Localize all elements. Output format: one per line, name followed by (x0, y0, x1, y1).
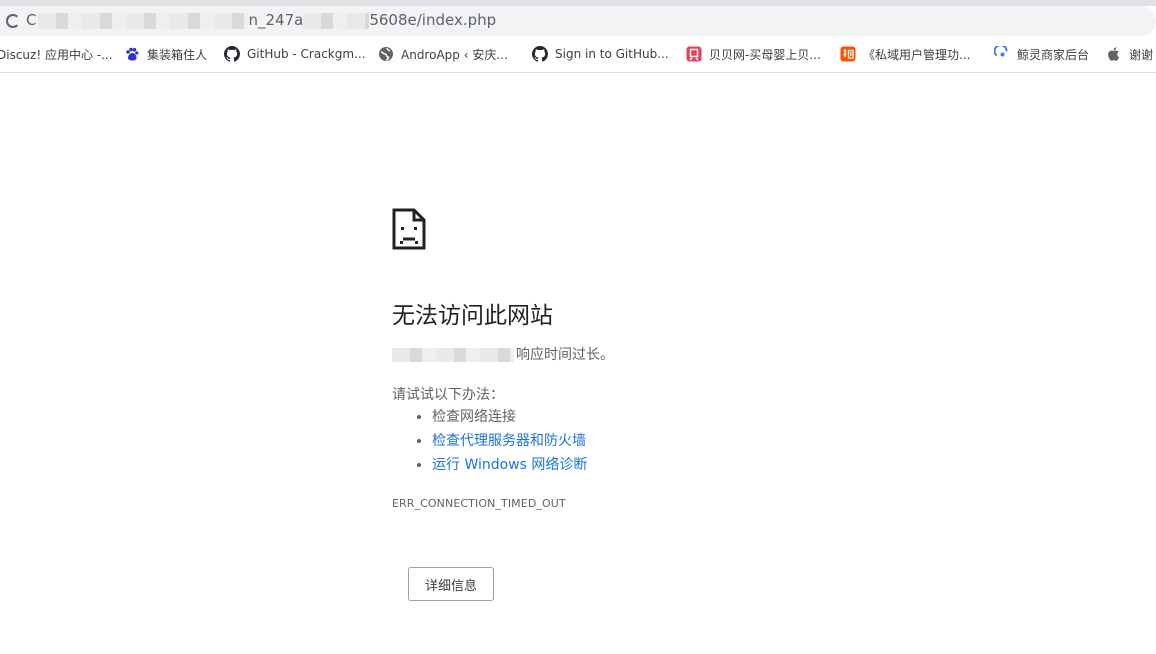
sad-page-icon (392, 208, 426, 250)
suggestion-check-proxy-link[interactable]: 检查代理服务器和防火墙 (432, 430, 587, 454)
bookmarks-bar: Discuz! 应用中心 -... 集装箱住人 GitHub - Crackgm… (0, 42, 1156, 66)
globe-icon (378, 46, 394, 62)
url-text[interactable]: Cn_247a 5608e/index.php (26, 11, 496, 29)
suggestions-list: 检查网络连接 检查代理服务器和防火墙 运行 Windows 网络诊断 (392, 406, 587, 478)
github-icon (532, 46, 548, 62)
bookmark-label: AndroApp ‹ 安庆... (401, 47, 508, 62)
apple-icon (1106, 46, 1122, 62)
bookmark-github-signin[interactable]: Sign in to GitHub... (532, 44, 669, 64)
bookmark-private-domain[interactable]: 《私域用户管理功... (840, 44, 970, 64)
suggestion-run-diagnostics-link[interactable]: 运行 Windows 网络诊断 (432, 454, 587, 478)
try-heading: 请试试以下办法： (392, 387, 504, 403)
error-code: ERR_CONNECTION_TIMED_OUT (392, 497, 566, 510)
beibei-icon (686, 46, 702, 62)
jingling-icon (994, 46, 1010, 62)
github-icon (224, 46, 240, 62)
bookmark-label: GitHub - Crackgm... (247, 47, 366, 61)
bookmark-label: Discuz! 应用中心 -... (0, 47, 113, 62)
redacted-hostname (392, 348, 514, 362)
description-text: 响应时间过长。 (516, 347, 614, 363)
bookmark-github-crackgm[interactable]: GitHub - Crackgm... (224, 44, 366, 64)
baidu-paw-icon (124, 46, 140, 62)
error-title: 无法访问此网站 (392, 303, 553, 329)
address-bar[interactable]: Cn_247a 5608e/index.php (0, 6, 1156, 36)
bookmark-xiexie[interactable]: 谢谢 (1106, 44, 1153, 64)
reload-icon[interactable] (6, 14, 20, 28)
bookmark-jingling[interactable]: 鲸灵商家后台 (994, 44, 1089, 64)
error-description: 响应时间过长。 (392, 344, 614, 364)
bookmark-beibei[interactable]: 贝贝网-买母婴上贝... (686, 44, 821, 64)
bookmark-label: 谢谢 (1129, 47, 1154, 62)
bookmark-androapp[interactable]: AndroApp ‹ 安庆... (378, 44, 508, 64)
details-button[interactable]: 详细信息 (408, 567, 494, 601)
bookmark-label: 《私域用户管理功... (863, 47, 971, 62)
bookmark-label: Sign in to GitHub... (555, 47, 669, 61)
bookmark-discuz[interactable]: Discuz! 应用中心 -... (0, 44, 113, 64)
bookmark-label: 贝贝网-买母婴上贝... (709, 47, 821, 62)
bookmark-container-housing[interactable]: 集装箱住人 (124, 44, 207, 64)
bookmark-label: 鲸灵商家后台 (1017, 47, 1090, 62)
bookmark-label: 集装箱住人 (147, 47, 208, 62)
taobao-icon (840, 46, 856, 62)
suggestion-check-connection: 检查网络连接 (432, 406, 587, 430)
browser-toolbar: Cn_247a 5608e/index.php Discuz! 应用中心 -...… (0, 0, 1156, 73)
